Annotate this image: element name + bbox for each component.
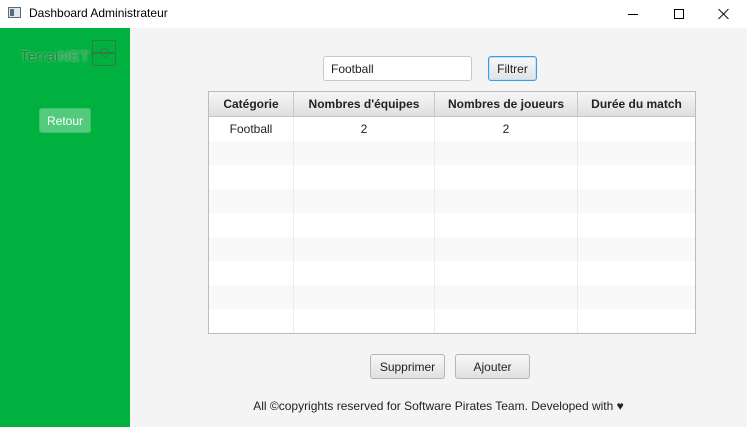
- add-button[interactable]: Ajouter: [455, 354, 530, 379]
- football-pitch-icon: [92, 40, 116, 66]
- sidebar: TerraiNET Retour: [0, 28, 130, 427]
- cell-match-duration: [578, 117, 695, 141]
- app-window-icon: [8, 7, 21, 18]
- logo-text-part2: NET: [58, 48, 90, 65]
- column-header-category[interactable]: Catégorie: [209, 92, 294, 116]
- empty-row: [209, 141, 695, 165]
- column-header-player-count[interactable]: Nombres de joueurs: [435, 92, 578, 116]
- cell-player-count: 2: [435, 117, 578, 141]
- table-header: Catégorie Nombres d'équipes Nombres de j…: [209, 92, 695, 117]
- logo-text-part1: Terrai: [20, 48, 59, 65]
- cell-category: Football: [209, 117, 294, 141]
- empty-row: [209, 213, 695, 237]
- delete-button[interactable]: Supprimer: [370, 354, 445, 379]
- filter-input[interactable]: [323, 56, 472, 81]
- maximize-icon: [674, 9, 684, 19]
- empty-row: [209, 189, 695, 213]
- empty-row: [209, 261, 695, 285]
- minimize-icon: [628, 13, 638, 15]
- empty-row: [209, 165, 695, 189]
- maximize-button[interactable]: [656, 0, 702, 28]
- window-title: Dashboard Administrateur: [29, 6, 168, 20]
- cell-team-count: 2: [294, 117, 435, 141]
- empty-row: [209, 237, 695, 261]
- categories-table: Catégorie Nombres d'équipes Nombres de j…: [208, 91, 696, 334]
- footer-copyright: All ©copyrights reserved for Software Pi…: [253, 399, 624, 413]
- logo-text: TerraiNET: [20, 48, 89, 65]
- back-button[interactable]: Retour: [39, 108, 91, 133]
- close-icon: [718, 8, 730, 20]
- logo: TerraiNET: [20, 40, 120, 70]
- column-header-match-duration[interactable]: Durée du match: [578, 92, 695, 116]
- empty-row: [209, 285, 695, 309]
- table-row[interactable]: Football 2 2: [209, 117, 695, 141]
- minimize-button[interactable]: [610, 0, 656, 28]
- close-button[interactable]: [701, 0, 747, 28]
- main-content: Filtrer Catégorie Nombres d'équipes Nomb…: [130, 28, 747, 427]
- table-body: Football 2 2: [209, 117, 695, 333]
- filter-button[interactable]: Filtrer: [488, 56, 537, 81]
- empty-row: [209, 309, 695, 333]
- column-header-team-count[interactable]: Nombres d'équipes: [294, 92, 435, 116]
- title-bar: Dashboard Administrateur: [0, 0, 747, 28]
